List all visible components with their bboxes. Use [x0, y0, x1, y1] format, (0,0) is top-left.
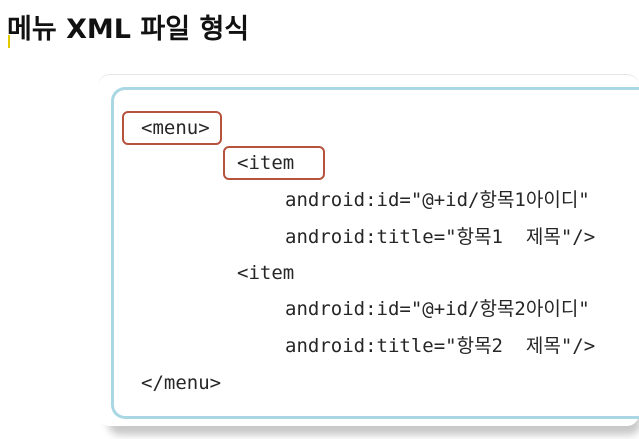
text-cursor-mark: [8, 35, 10, 48]
code-line-item-1-id: android:id="@+id/항목1아이디": [285, 189, 590, 211]
code-line-item-2-title: android:title="항목2 제목"/>: [285, 335, 596, 357]
code-line-item-1-title: android:title="항목1 제목"/>: [285, 226, 596, 248]
slide-title: 메뉴 XML 파일 형식: [7, 14, 250, 45]
code-line-item-2-open: <item: [237, 262, 295, 284]
code-line-item-1-open: <item: [237, 152, 295, 174]
code-line-menu-close: </menu>: [141, 372, 222, 394]
code-line-item-2-id: android:id="@+id/항목2아이디": [285, 298, 590, 320]
code-line-menu-open: <menu>: [141, 117, 210, 139]
